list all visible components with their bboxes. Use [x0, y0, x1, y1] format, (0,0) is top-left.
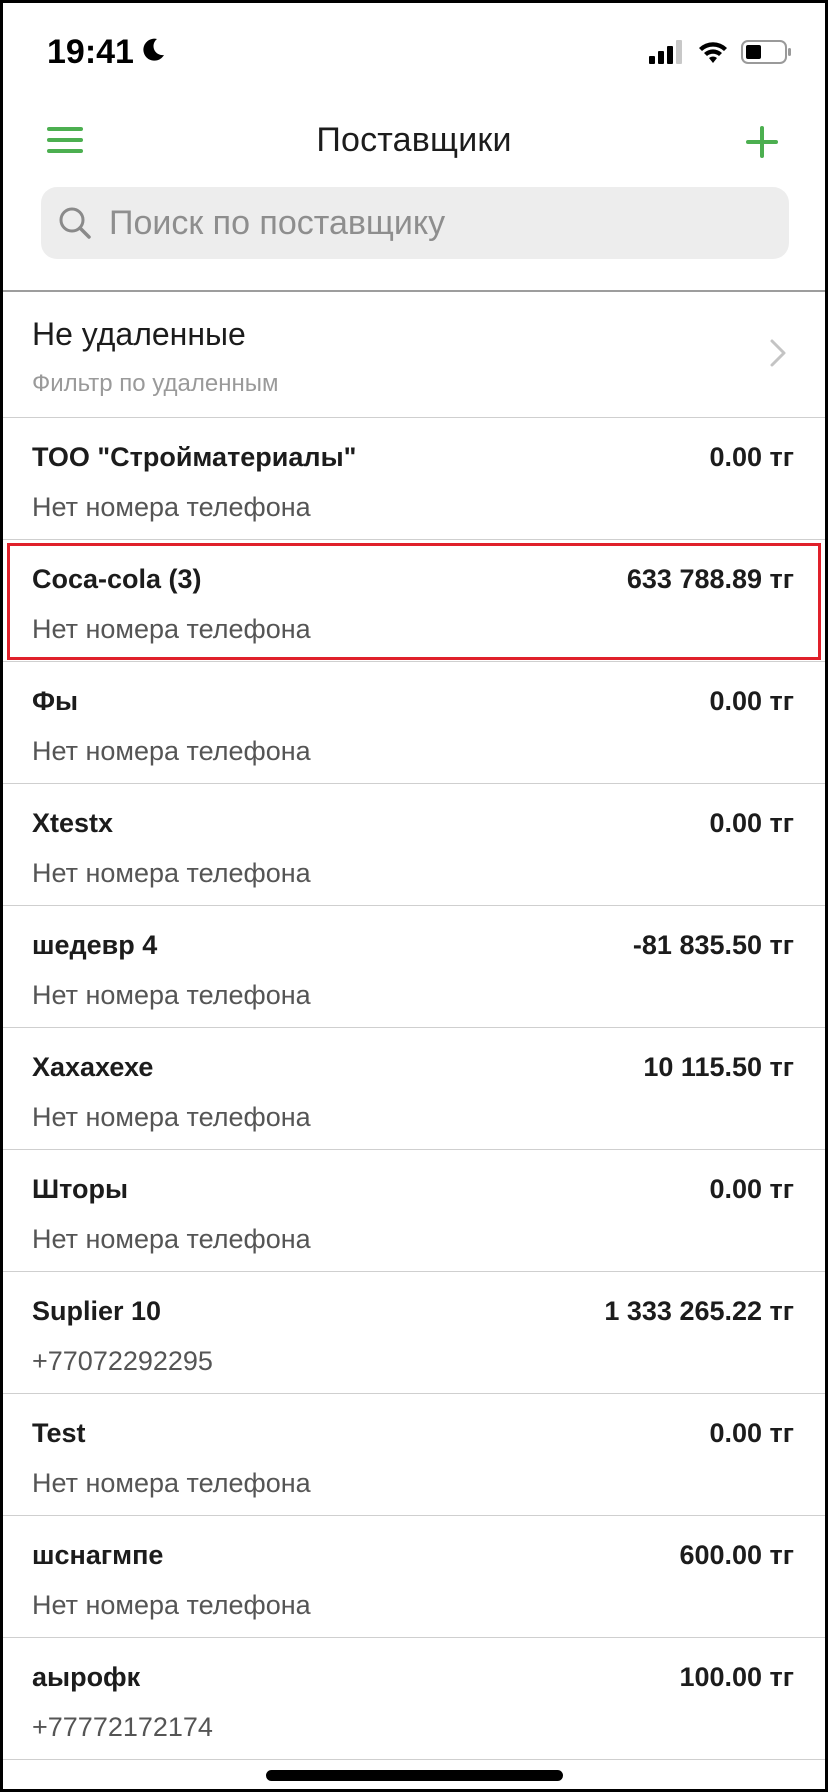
supplier-row[interactable]: Xtestx 0.00 тг Нет номера телефона	[3, 784, 825, 906]
wifi-icon	[697, 40, 729, 69]
search-bar[interactable]	[41, 187, 789, 259]
supplier-row[interactable]: шедевр 4 -81 835.50 тг Нет номера телефо…	[3, 906, 825, 1028]
supplier-balance: 600.00 тг	[679, 1540, 794, 1570]
supplier-row[interactable]: аырофк 100.00 тг +77772172174	[3, 1638, 825, 1760]
supplier-row[interactable]: Шторы 0.00 тг Нет номера телефона	[3, 1150, 825, 1272]
supplier-phone: +77772172174	[32, 1712, 213, 1742]
supplier-name: ТОО "Стройматериалы"	[32, 442, 357, 472]
search-icon	[55, 203, 95, 243]
supplier-phone: Нет номера телефона	[32, 1224, 311, 1254]
supplier-row[interactable]: шснагмпе 600.00 тг Нет номера телефона	[3, 1516, 825, 1638]
supplier-balance: 0.00 тг	[709, 686, 794, 716]
battery-icon	[741, 39, 793, 70]
deleted-filter-row[interactable]: Не удаленные Фильтр по удаленным	[3, 292, 825, 418]
supplier-balance: 0.00 тг	[709, 1174, 794, 1204]
supplier-row[interactable]: Test 0.00 тг Нет номера телефона	[3, 1394, 825, 1516]
filter-title: Не удаленные	[32, 316, 246, 352]
supplier-row[interactable]: Suplier 10 1 333 265.22 тг +77072292295	[3, 1272, 825, 1394]
supplier-name: шедевр 4	[32, 930, 158, 960]
supplier-row[interactable]: ТОО "Стройматериалы" 0.00 тг Нет номера …	[3, 418, 825, 540]
supplier-phone: Нет номера телефона	[32, 858, 311, 888]
supplier-balance: 0.00 тг	[709, 442, 794, 472]
supplier-balance: 100.00 тг	[679, 1662, 794, 1692]
status-time: 19:41	[47, 33, 166, 72]
supplier-list: ТОО "Стройматериалы" 0.00 тг Нет номера …	[3, 418, 825, 1760]
status-time-text: 19:41	[47, 33, 134, 71]
status-icons	[649, 39, 793, 70]
supplier-name: шснагмпе	[32, 1540, 164, 1570]
supplier-name: Хахахехе	[32, 1052, 154, 1082]
supplier-name: Test	[32, 1418, 86, 1448]
supplier-row[interactable]: Хахахехе 10 115.50 тг Нет номера телефон…	[3, 1028, 825, 1150]
filter-subtitle: Фильтр по удаленным	[32, 370, 279, 397]
supplier-phone: Нет номера телефона	[32, 492, 311, 522]
app-screen: 19:41 Поставщики Поиск по поставщику Не …	[3, 3, 825, 1789]
supplier-phone: Нет номера телефона	[32, 1102, 311, 1132]
supplier-row[interactable]: Фы 0.00 тг Нет номера телефона	[3, 662, 825, 784]
supplier-phone: Нет номера телефона	[32, 614, 311, 644]
search-input[interactable]	[107, 202, 751, 244]
plus-icon[interactable]	[743, 123, 781, 161]
supplier-phone: +77072292295	[32, 1346, 213, 1376]
supplier-row[interactable]: Coca-cola (3) 633 788.89 тг Нет номера т…	[3, 540, 825, 662]
supplier-name: Xtestx	[32, 808, 114, 838]
supplier-balance: 1 333 265.22 тг	[604, 1296, 794, 1326]
supplier-balance: 633 788.89 тг	[626, 564, 794, 594]
supplier-phone: Нет номера телефона	[32, 736, 311, 766]
supplier-name: Фы	[32, 686, 79, 716]
cellular-signal-icon	[649, 40, 685, 69]
supplier-name: Шторы	[32, 1174, 129, 1204]
supplier-name: Suplier 10	[32, 1296, 162, 1326]
supplier-phone: Нет номера телефона	[32, 1468, 311, 1498]
supplier-balance: 0.00 тг	[709, 808, 794, 838]
page-title: Поставщики	[316, 121, 512, 159]
supplier-name: Coca-cola (3)	[32, 564, 202, 594]
supplier-balance: -81 835.50 тг	[632, 930, 794, 960]
supplier-balance: 10 115.50 тг	[643, 1052, 794, 1082]
supplier-name: аырофк	[32, 1662, 141, 1692]
supplier-phone: Нет номера телефона	[32, 980, 311, 1010]
chevron-right-icon	[769, 338, 787, 368]
home-indicator	[266, 1770, 563, 1781]
supplier-phone: Нет номера телефона	[32, 1590, 311, 1620]
moon-icon	[140, 33, 166, 72]
supplier-balance: 0.00 тг	[709, 1418, 794, 1448]
